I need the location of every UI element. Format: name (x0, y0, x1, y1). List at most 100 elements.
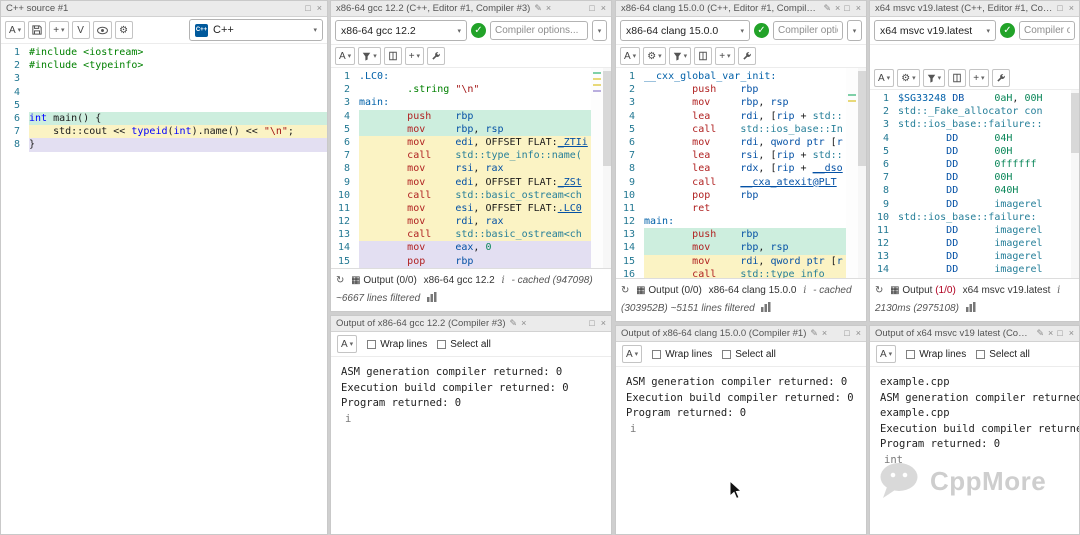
font-size-button[interactable]: A ▾ (876, 345, 897, 363)
compiler-select[interactable]: x64 msvc v19.latest ▾ (874, 20, 996, 41)
vim-mode-button[interactable]: V (71, 21, 90, 39)
code-line[interactable]: 14 mov eax, 0 (331, 241, 591, 255)
rename-pencil-icon[interactable]: ✎ (534, 4, 542, 13)
libraries-button[interactable] (694, 47, 713, 65)
code-line[interactable]: 12 main: (616, 215, 846, 228)
close-icon[interactable]: × (1069, 4, 1074, 13)
code-line[interactable]: 8 DD 040H (870, 184, 1071, 197)
code-line[interactable]: 11 DD imagerel (870, 224, 1071, 237)
rename-pencil-icon[interactable]: ✎ (1036, 329, 1044, 338)
gcc-minimap[interactable] (591, 68, 603, 268)
refresh-icon[interactable]: ↻ (875, 285, 883, 296)
close-icon[interactable]: × (856, 4, 861, 13)
code-line[interactable]: 10 std::ios_base::failure: (870, 211, 1071, 224)
add-tool-button[interactable] (737, 47, 756, 65)
code-line[interactable]: 4 DD 04H (870, 132, 1071, 145)
code-line[interactable]: 10 pop rbp (616, 189, 846, 202)
code-line[interactable]: 12 DD imagerel (870, 237, 1071, 250)
maximize-icon[interactable]: □ (844, 4, 849, 13)
compiler-settings-button[interactable]: ⚙ ▾ (897, 69, 920, 87)
compiler-options-input[interactable] (490, 21, 588, 40)
filter-button[interactable]: ▾ (668, 47, 692, 65)
maximize-icon[interactable]: □ (589, 4, 594, 13)
code-line[interactable]: 6 mov rdi, qword ptr [r (616, 136, 846, 149)
code-line[interactable]: 6 mov edi, OFFSET FLAT:_ZTIi (331, 135, 591, 150)
timing-chart-icon[interactable] (965, 302, 976, 312)
code-line[interactable]: 6 DD 0ffffff (870, 158, 1071, 171)
code-line[interactable]: 16 call std::type_info (616, 267, 846, 278)
code-line[interactable]: 7 DD 00H (870, 171, 1071, 184)
font-size-button[interactable]: A ▾ (335, 47, 356, 65)
compiler-options-input[interactable] (1019, 21, 1075, 40)
msvc-pane-header[interactable]: x64 msvc v19.latest (C++, Editor #1, Com… (870, 1, 1079, 17)
maximize-icon[interactable]: □ (844, 329, 849, 338)
font-size-button[interactable]: A ▾ (337, 335, 358, 353)
wrap-lines-checkbox[interactable]: Wrap lines (367, 339, 427, 350)
code-line[interactable]: 2 .string "\n" (331, 83, 591, 96)
close-tab-icon[interactable]: × (822, 329, 827, 338)
code-line[interactable]: 9 DD imagerel (870, 198, 1071, 211)
code-line[interactable]: 3 main: (331, 96, 591, 109)
scrollbar-thumb[interactable] (1071, 93, 1079, 153)
info-icon[interactable]: i (803, 285, 806, 296)
code-line[interactable]: 2 std::_Fake_allocator con (870, 105, 1071, 118)
refresh-icon[interactable]: ↻ (336, 275, 344, 286)
code-line[interactable]: 1 #include <iostream> (1, 46, 327, 59)
code-line[interactable]: 4 push rbp (331, 109, 591, 123)
select-all-checkbox[interactable]: Select all (437, 339, 491, 350)
code-line[interactable]: 14 mov rbp, rsp (616, 241, 846, 255)
compiler-options-input[interactable] (773, 21, 843, 40)
font-size-button[interactable]: A ▾ (622, 345, 643, 363)
maximize-icon[interactable]: □ (1057, 329, 1062, 338)
code-line[interactable]: 9 call __cxa_atexit@PLT (616, 176, 846, 189)
add-tool-button[interactable] (991, 69, 1010, 87)
code-line[interactable]: 11 ret (616, 202, 846, 215)
code-line[interactable]: 1 __cxx_global_var_init: (616, 70, 846, 83)
code-line[interactable]: 15 pop rbp (331, 254, 591, 268)
maximize-icon[interactable]: □ (589, 319, 594, 328)
code-line[interactable]: 1 .LC0: (331, 70, 591, 83)
code-line[interactable]: 5 (1, 99, 327, 112)
close-icon[interactable]: × (1069, 329, 1074, 338)
code-line[interactable]: 15 mov rdi, qword ptr [r (616, 254, 846, 268)
code-line[interactable]: 5 DD 00H (870, 145, 1071, 158)
code-line[interactable]: 12 mov rdi, rax (331, 215, 591, 229)
close-icon[interactable]: × (601, 4, 606, 13)
rename-pencil-icon[interactable]: ✎ (823, 4, 831, 13)
libraries-button[interactable] (383, 47, 402, 65)
maximize-icon[interactable]: □ (1057, 4, 1062, 13)
code-line[interactable]: 11 mov esi, OFFSET FLAT:.LC0 (331, 201, 591, 216)
code-line[interactable]: 6 int main() { (1, 111, 327, 126)
info-icon[interactable]: i (502, 275, 505, 286)
code-line[interactable]: 7 call std::type_info::name( (331, 149, 591, 163)
editor-settings-button[interactable]: ⚙ (114, 21, 133, 39)
libraries-button[interactable] (948, 69, 967, 87)
output-toggle-button[interactable]: ▦ Output (0/0) (351, 275, 417, 286)
maximize-icon[interactable]: □ (305, 4, 310, 13)
code-line[interactable]: 8 lea rdx, [rip + __dso (616, 162, 846, 175)
rename-pencil-icon[interactable]: ✎ (510, 319, 518, 328)
code-line[interactable]: 2 push rbp (616, 83, 846, 96)
wrap-lines-checkbox[interactable]: Wrap lines (652, 349, 712, 360)
code-line[interactable]: 2 #include <typeinfo> (1, 59, 327, 72)
compiler-select[interactable]: x86-64 gcc 12.2 ▾ (335, 20, 467, 41)
code-line[interactable]: 13 DD imagerel (870, 250, 1071, 263)
code-line[interactable]: 4 (1, 86, 327, 99)
code-line[interactable]: 5 call std::ios_base::In (616, 123, 846, 136)
close-icon[interactable]: × (856, 329, 861, 338)
timing-chart-icon[interactable] (761, 302, 771, 312)
refresh-icon[interactable]: ↻ (621, 285, 629, 296)
info-icon[interactable]: i (1057, 285, 1060, 296)
source-pane-header[interactable]: C++ source #1 □ × (1, 1, 327, 17)
add-new-button[interactable]: + ▾ (715, 47, 735, 65)
filter-button[interactable]: ▾ (922, 69, 946, 87)
clang-output-header[interactable]: Output of x86-64 clang 15.0.0 (Compiler … (616, 326, 866, 342)
clang-scrollbar[interactable] (858, 68, 866, 278)
compiler-settings-button[interactable]: ⚙ ▾ (643, 47, 666, 65)
clang-minimap[interactable] (846, 68, 858, 278)
close-tab-icon[interactable]: × (835, 4, 840, 13)
add-tool-button[interactable] (427, 47, 446, 65)
close-tab-icon[interactable]: × (1048, 329, 1053, 338)
close-icon[interactable]: × (317, 4, 322, 13)
code-line[interactable]: 14 DD imagerel (870, 263, 1071, 276)
